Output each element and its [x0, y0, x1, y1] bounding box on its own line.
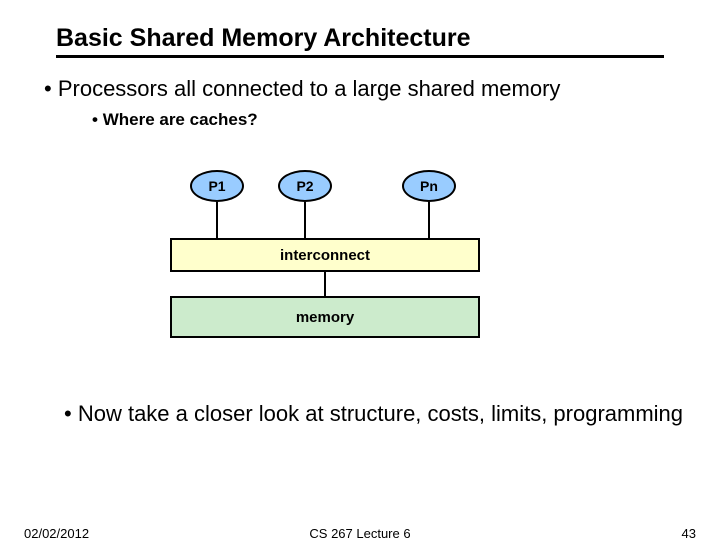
connector-p2: [304, 202, 306, 238]
processor-p2: P2: [278, 170, 332, 202]
connector-memory: [324, 272, 326, 296]
slide-title: Basic Shared Memory Architecture: [56, 24, 664, 58]
connector-p1: [216, 202, 218, 238]
bullet-caches: Where are caches?: [92, 110, 684, 130]
interconnect-box: interconnect: [170, 238, 480, 272]
bullet-closing: Now take a closer look at structure, cos…: [64, 400, 684, 428]
processor-pn: Pn: [402, 170, 456, 202]
footer-page-number: 43: [682, 526, 696, 541]
bullet-processors: Processors all connected to a large shar…: [44, 76, 684, 102]
architecture-diagram: P1 P2 Pn interconnect memory: [170, 170, 550, 370]
connector-pn: [428, 202, 430, 238]
footer-lecture: CS 267 Lecture 6: [0, 526, 720, 541]
memory-box: memory: [170, 296, 480, 338]
processor-p1: P1: [190, 170, 244, 202]
